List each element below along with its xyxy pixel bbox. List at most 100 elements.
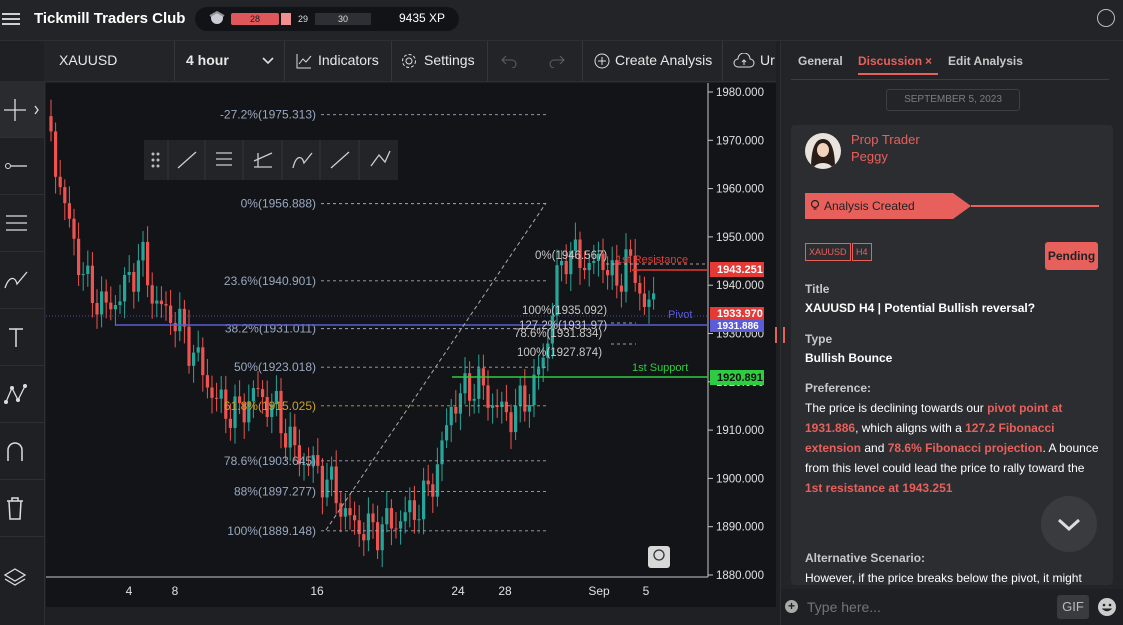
candle-body [127,271,131,275]
resistance-price: 1943.251 [717,264,763,276]
x-tick-label: 8 [172,584,179,598]
candle-body [132,271,136,292]
candle-body [63,187,67,204]
message-composer: + GIF [781,589,1123,625]
brush-tool[interactable] [0,252,44,309]
candle-body [642,293,646,307]
candle-body [504,401,508,413]
candle-body [610,260,614,276]
y-tick-label: 1950.000 [716,232,764,244]
candle-body [527,405,531,412]
date-separator: SEPTEMBER 5, 2023 [886,89,1020,111]
crosshair-tool[interactable] [0,81,44,138]
candle-body [532,374,536,406]
fib-projection-100: 100%(1935.092) [522,305,607,317]
gif-button[interactable]: GIF [1057,595,1089,619]
pattern-tool[interactable] [0,366,44,423]
candle-body [417,519,421,521]
title-value: XAUUSD H4 | Potential Bullish reversal? [805,301,1036,315]
candle-body [353,515,357,521]
fib-projection-100b: 100%(1927.874) [517,347,602,359]
tab-general[interactable]: General [798,54,843,68]
author-name[interactable]: Peggy [851,147,888,167]
x-tick-label: 24 [451,584,465,598]
settings-button[interactable]: Settings [424,52,475,68]
crosshair-icon [4,99,39,121]
candle-body [389,508,393,529]
close-tab-icon[interactable]: × [925,54,932,68]
candle-body [136,260,140,292]
line-tool[interactable] [0,138,44,195]
candle-body [486,385,490,408]
pivot-label: Pivot [668,309,692,321]
candle-body [178,308,182,332]
panel-resize-handle[interactable] [775,327,785,343]
idea-button[interactable] [648,546,670,568]
candle-body [77,238,81,276]
symbol-selector[interactable]: XAUUSD [59,52,117,68]
globe-icon[interactable] [1097,9,1115,27]
emoji-icon[interactable] [1097,597,1117,617]
pattern-icon [4,384,27,404]
timeframe-dropdown[interactable]: 4 hour [186,52,229,68]
candle-body [95,303,99,315]
candle-body [362,534,366,541]
upload-cloud-icon [733,53,755,68]
candle-body [334,466,338,504]
candle-body [81,274,85,276]
candle-body [587,262,591,271]
message-input[interactable] [805,596,1049,618]
candle-body [150,285,154,304]
support-label: 1st Support [632,362,688,374]
tab-edit-analysis[interactable]: Edit Analysis [948,54,1023,68]
layers-icon [3,568,27,586]
app-title: Tickmill Traders Club [34,10,186,27]
magnet-tool[interactable] [0,423,44,480]
create-analysis-button[interactable]: Create Analysis [615,52,712,68]
fib-projection-0: 0%(1946.567) [535,250,607,262]
indicators-button[interactable]: Indicators [318,52,379,68]
undo-icon[interactable] [501,54,517,68]
brush-icon [4,271,28,289]
candle-body [412,500,416,520]
layers-tool[interactable] [0,549,44,605]
chevron-down-icon[interactable] [262,56,274,66]
menu-icon[interactable] [2,10,20,28]
add-attachment-icon[interactable]: + [785,600,798,613]
candle-body [320,465,324,498]
candle-body [90,265,94,304]
candle-body [86,265,90,275]
scroll-down-button[interactable] [1041,496,1097,552]
status-badge: Pending [1045,242,1098,270]
candle-body [155,300,159,304]
fib-level-label: 50%(1923.018) [234,360,316,374]
type-value: Bullish Bounce [805,351,893,365]
fib-tool[interactable] [0,195,44,252]
magnet-icon [7,442,23,461]
candle-body [293,426,297,446]
candle-body [385,508,389,525]
text-tool[interactable] [0,309,44,366]
candle-body [100,291,104,315]
candle-body [173,322,177,332]
candle-body [371,513,375,523]
candle-body [288,426,292,448]
y-tick-label: 1900.000 [716,473,764,485]
chevron-down-icon [1057,518,1081,532]
redo-icon[interactable] [549,54,565,68]
candle-body [256,388,260,390]
candle-body [118,301,122,306]
candle-body [192,352,196,366]
price-chart[interactable]: -27.2%(1975.313) 0%(1956.888) 23.6%(1940.9… [46,83,776,607]
delete-tool[interactable] [0,480,44,537]
candle-body [330,466,334,480]
candle-body [67,203,71,219]
candle-body [399,521,403,529]
candle-body [652,293,656,300]
candle-body [647,299,651,307]
candle-body [431,484,435,497]
candle-body [54,131,58,177]
xp-progress-fill [281,13,291,25]
tab-discussion[interactable]: Discussion [858,54,922,68]
upload-button[interactable]: Ur [760,52,775,68]
